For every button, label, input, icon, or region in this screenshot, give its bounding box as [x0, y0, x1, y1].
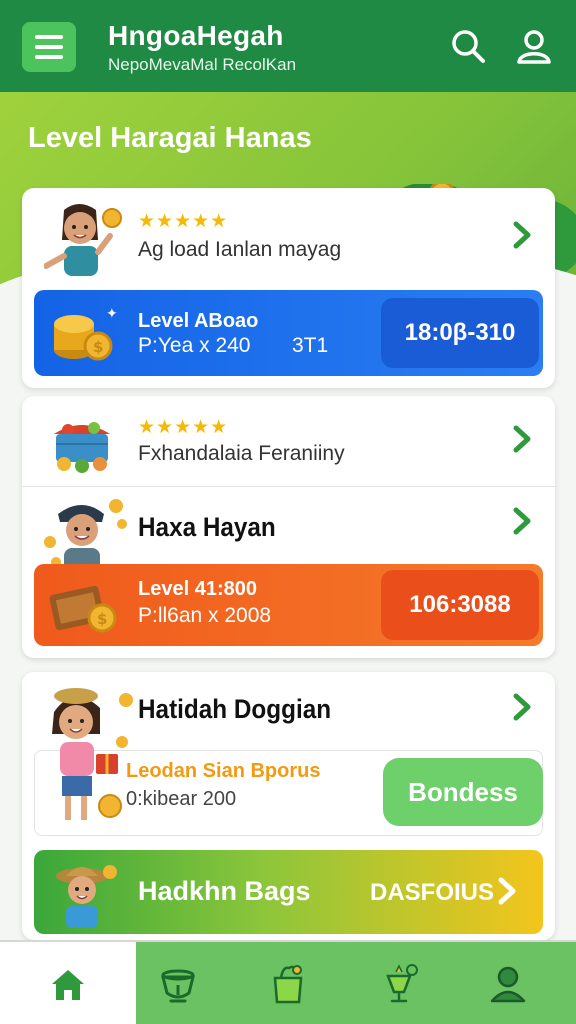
nav-pot[interactable] [136, 942, 220, 1024]
row-title: Haxa Hayan [138, 512, 276, 542]
bags-cta: DASFOIUS [370, 879, 495, 906]
banner-level-label: Level ABoao [138, 310, 259, 332]
banner-level-label: Level 41:800 [138, 578, 257, 600]
banner-value-pill[interactable]: 18:0β-310 [381, 298, 539, 368]
chevron-right-icon[interactable] [511, 424, 533, 454]
banner-value-pill[interactable]: 106:3088 [381, 570, 539, 640]
app-subtitle: NepoMevaMal RecolKan [108, 55, 297, 74]
nav-shop[interactable] [240, 942, 336, 1024]
bags-banner[interactable]: Hadkhn Bags DASFOIUS [34, 850, 543, 934]
profile-icon [490, 966, 526, 1003]
chevron-right-icon [498, 877, 516, 905]
farmer-girl-avatar [56, 865, 117, 928]
trophy-icon [386, 964, 418, 1003]
search-icon[interactable] [448, 26, 488, 66]
banner-points: P:ll6an x 2008 [138, 604, 272, 627]
row-title: Hatidah Doggian [138, 694, 332, 724]
rating-stars: ★★★★★ [138, 211, 229, 232]
user-icon[interactable] [514, 26, 554, 66]
menu-line [35, 35, 63, 39]
rating-stars: ★★★★★ [138, 417, 229, 438]
svg-text:$: $ [93, 338, 103, 356]
level-banner-orange[interactable]: $ Level 41:800 P:ll6an x 2008 106:3088 [34, 564, 543, 646]
level-card-1: ★★★★★ Ag load Ianlan mayag $ ✦ Level ABo… [22, 188, 555, 388]
bonus-card: Hatidah Doggian Leodan Sian Bporus 0:kib… [22, 672, 555, 940]
pot-icon [161, 969, 195, 1003]
app-header: HngoaHegah NepoMevaMal RecolKan [0, 0, 576, 92]
chevron-right-icon[interactable] [511, 506, 533, 536]
level-banner-blue[interactable]: $ ✦ Level ABoao P:Yea x 240 3T1 18:0β-31… [34, 290, 543, 376]
shopping-bag-icon [273, 965, 303, 1004]
bags-title: Hadkhn Bags [138, 876, 311, 906]
coin-stack-icon: $ ✦ [54, 306, 118, 361]
hamburger-menu-button[interactable] [22, 22, 76, 72]
banner-count: 3T1 [292, 334, 329, 357]
fruit-basket-icon [54, 422, 110, 473]
menu-line [35, 45, 63, 49]
app-title: HngoaHegah [108, 20, 284, 51]
chevron-right-icon[interactable] [511, 692, 533, 722]
home-icon [52, 970, 84, 1000]
row-description: Ag load Ianlan mayag [138, 238, 342, 261]
nav-profile[interactable] [460, 942, 556, 1024]
bonus-subtitle: 0:kibear 200 [126, 788, 237, 810]
row-divider [22, 486, 555, 487]
bottom-nav [0, 940, 576, 1024]
row-description: Fxhandalaia Feraniiny [138, 442, 345, 465]
level-card-2: ★★★★★ Fxhandalaia Feraniiny Haxa Hayan $… [22, 396, 555, 658]
banner-points: P:Yea x 240 [138, 334, 251, 357]
nav-home[interactable] [0, 942, 136, 1024]
girl-avatar-with-gift [52, 688, 133, 820]
menu-line [35, 55, 63, 59]
bonus-button[interactable]: Bondess [383, 758, 543, 826]
bonus-title: Leodan Sian Bporus [126, 760, 321, 782]
kid-avatar-with-coin [44, 204, 122, 276]
chevron-right-icon[interactable] [511, 220, 533, 250]
treasure-chest-icon: $ [49, 585, 117, 633]
nav-trophy[interactable] [350, 942, 450, 1024]
svg-text:✦: ✦ [106, 306, 118, 322]
svg-text:$: $ [97, 610, 107, 628]
hero-title: Level Haragai Hanas [28, 122, 312, 154]
